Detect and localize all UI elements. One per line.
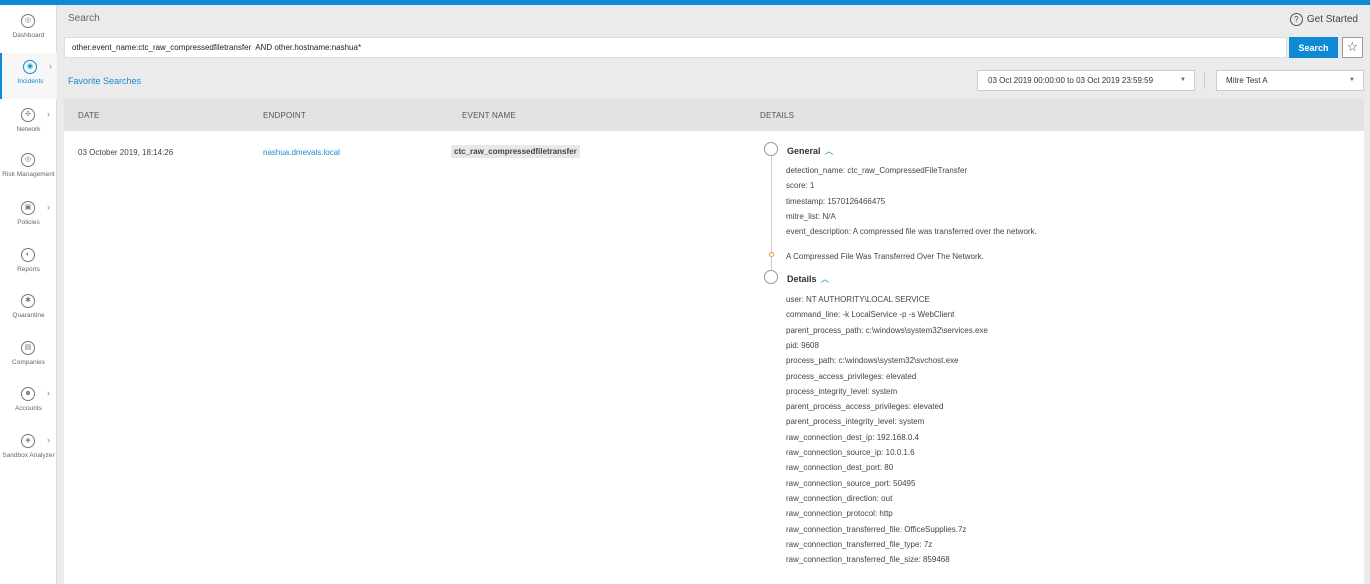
sidebar-item-network[interactable]: ✣ Network › [0,101,57,147]
chevron-up-icon: ︿ [824,146,834,156]
detail-field: raw_connection_transferred_file: OfficeS… [786,524,967,534]
favorite-star-icon[interactable]: ☆ [1342,37,1363,58]
detail-field: raw_connection_protocol: http [786,509,893,519]
policies-icon: ▣ [21,201,35,215]
detail-field: process_path: c:\windows\system32\svchos… [786,356,959,366]
details-node-circle [764,270,778,284]
general-section-toggle[interactable]: General ︿ [787,144,834,157]
help-icon: ? [1289,13,1303,26]
detail-field: process_integrity_level: system [786,386,898,396]
general-title: General [787,146,821,156]
sidebar-item-quarantine[interactable]: ✱ Quarantine [0,287,57,333]
sidebar: ◎ Dashboard ◉ Incidents › ✣ Network › ◎ Risk Mana… [0,5,57,584]
chevron-down-icon: ▼ [1349,77,1355,83]
detail-field: process_access_privileges: elevated [786,371,917,381]
detail-field: raw_connection_source_port: 50495 [786,478,916,488]
sidebar-item-label: Network [16,126,41,133]
sidebar-item-companies[interactable]: ▤ Companies [0,334,57,380]
detail-field: raw_connection_source_ip: 10.0.1.6 [786,448,915,457]
reports-icon: ◐ [21,248,35,262]
divider [1204,72,1205,89]
detail-field: event_description: A compressed file was… [786,227,1037,237]
page-title: Search [68,13,100,24]
general-node-circle [764,142,778,156]
column-header-endpoint[interactable]: ENDPOINT [263,111,306,120]
sandbox-analyzer-icon: ◈ [21,434,35,448]
chevron-down-icon: ▼ [1180,77,1186,83]
risk-management-icon: ◎ [21,153,35,167]
detail-field: parent_process_integrity_level: system [786,417,925,427]
get-started-label: Get Started [1306,14,1358,26]
detail-field: raw_connection_dest_port: 80 [786,463,894,473]
date-range-select[interactable]: 03 Oct 2019 00:00:00 to 03 Oct 2019 23:5… [977,70,1195,91]
search-button[interactable]: Search [1289,37,1338,58]
detail-field: detection_name: ctc_raw_CompressedFileTr… [786,166,968,175]
table-header: DATE ENDPOINT EVENT NAME DETAILS [64,99,1364,131]
timeline-line [771,156,772,283]
row-date: 03 October 2019, 18:14:26 [78,148,174,157]
sidebar-item-label: Reports [17,266,40,273]
incidents-icon: ◉ [23,60,37,74]
details-section-toggle[interactable]: Details ︿ [787,272,830,285]
detail-field: command_line: -k LocalService -p -s WebC… [786,310,955,320]
sidebar-item-label: Policies [17,219,40,226]
column-header-details: DETAILS [760,111,795,120]
chevron-right-icon[interactable]: › [47,202,50,212]
chevron-right-icon[interactable]: › [47,109,50,119]
sidebar-item-label: Risk Management [2,171,55,178]
details-title: Details [787,274,817,284]
chevron-right-icon[interactable]: › [47,435,50,445]
sidebar-item-dashboard[interactable]: ◎ Dashboard [0,7,57,53]
accounts-icon: ☻ [21,387,35,401]
detail-field: pid: 9608 [786,340,819,350]
chevron-up-icon: ︿ [820,274,830,284]
column-header-event-name[interactable]: EVENT NAME [462,111,516,120]
sidebar-item-sandbox-analyzer[interactable]: ◈ Sandbox Analyzer › [0,427,57,473]
row-endpoint-link[interactable]: nashua.dmevals.local [263,148,340,157]
top-accent-bar [0,0,1370,5]
get-started-link[interactable]: ? Get Started [1289,13,1358,26]
sidebar-item-label: Companies [12,359,45,366]
detail-field: raw_connection_transferred_file_size: 85… [786,555,950,565]
detail-field: raw_connection_direction: out [786,493,893,503]
row-event-name: ctc_raw_compressedfiletransfer [451,145,580,158]
chevron-right-icon[interactable]: › [47,388,50,398]
detail-field: parent_process_path: c:\windows\system32… [786,325,988,335]
network-icon: ✣ [21,108,35,122]
favorite-searches-link[interactable]: Favorite Searches [68,76,141,86]
sidebar-item-risk-management[interactable]: ◎ Risk Management [0,146,57,192]
sidebar-item-label: Quarantine [12,312,45,319]
table-body [64,131,1364,584]
company-value: Mitre Test A [1226,76,1268,85]
sidebar-item-label: Incidents [17,78,44,85]
event-dot [769,252,774,257]
search-input[interactable] [64,37,1287,58]
sidebar-item-accounts[interactable]: ☻ Accounts › [0,380,57,426]
chevron-right-icon[interactable]: › [49,61,52,71]
sidebar-item-policies[interactable]: ▣ Policies › [0,194,57,240]
detail-field: timestamp: 1570126466475 [786,196,886,206]
detail-field: raw_connection_dest_ip: 192.168.0.4 [786,432,919,442]
company-select[interactable]: Mitre Test A ▼ [1216,70,1364,91]
sidebar-item-label: Dashboard [12,32,45,39]
detail-field: user: NT AUTHORITY\LOCAL SERVICE [786,295,930,304]
sidebar-item-label: Sandbox Analyzer [2,452,55,459]
column-header-date[interactable]: DATE [78,111,100,120]
companies-icon: ▤ [21,341,35,355]
sidebar-item-incidents[interactable]: ◉ Incidents › [0,53,57,99]
quarantine-icon: ✱ [21,294,35,308]
sidebar-item-reports[interactable]: ◐ Reports [0,241,57,287]
detail-field: raw_connection_transferred_file_type: 7z [786,539,933,549]
sidebar-item-label: Accounts [15,405,42,412]
detail-field: mitre_list: N/A [786,211,836,221]
detail-field: score: 1 [786,181,815,191]
event-summary: A Compressed File Was Transferred Over T… [786,252,984,261]
date-range-value: 03 Oct 2019 00:00:00 to 03 Oct 2019 23:5… [988,76,1154,85]
dashboard-icon: ◎ [21,14,35,28]
detail-field: parent_process_access_privileges: elevat… [786,402,944,412]
